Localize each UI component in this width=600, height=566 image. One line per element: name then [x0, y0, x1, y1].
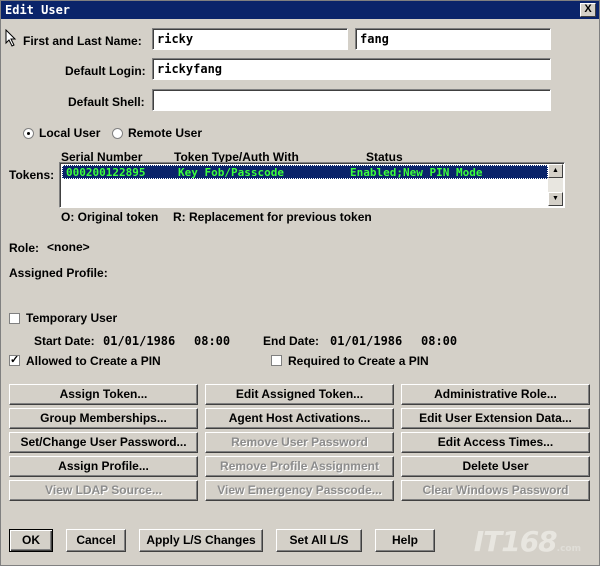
remote-user-radio[interactable] — [112, 128, 123, 139]
start-time-value: 08:00 — [194, 334, 231, 348]
tokens-label: Tokens: — [9, 168, 55, 182]
mouse-cursor-icon — [5, 29, 17, 47]
last-name-field[interactable]: fang — [355, 28, 551, 50]
local-user-radio[interactable] — [23, 128, 34, 139]
end-time-value: 08:00 — [421, 334, 458, 348]
assign-token-button[interactable]: Assign Token... — [9, 384, 198, 405]
required-pin-checkbox[interactable] — [271, 355, 282, 366]
token-serial: 000200122895 — [66, 166, 146, 179]
scroll-down-icon[interactable]: ▼ — [548, 192, 563, 206]
clear-windows-password-button[interactable]: Clear Windows Password — [401, 480, 590, 501]
set-change-password-button[interactable]: Set/Change User Password... — [9, 432, 198, 453]
view-emergency-button[interactable]: View Emergency Passcode... — [205, 480, 394, 501]
end-date-label: End Date: — [263, 334, 320, 348]
allowed-pin-label: Allowed to Create a PIN — [26, 354, 161, 368]
first-name-field[interactable]: ricky — [152, 28, 348, 50]
close-button[interactable]: X — [580, 3, 596, 17]
watermark-text: IT168 — [473, 525, 558, 558]
window-title: Edit User — [5, 3, 71, 17]
group-memberships-button[interactable]: Group Memberships... — [9, 408, 198, 429]
remote-user-label: Remote User — [128, 126, 203, 140]
temporary-user-checkbox[interactable] — [9, 313, 20, 324]
agent-host-activations-button[interactable]: Agent Host Activations... — [205, 408, 394, 429]
edit-user-extension-button[interactable]: Edit User Extension Data... — [401, 408, 590, 429]
remove-password-button[interactable]: Remove User Password — [205, 432, 394, 453]
assigned-profile-label: Assigned Profile: — [9, 266, 108, 280]
ok-button[interactable]: OK — [9, 529, 53, 552]
watermark-sub: .com — [556, 544, 581, 554]
legend-original: O: Original token — [61, 210, 159, 224]
required-pin-label: Required to Create a PIN — [288, 354, 429, 368]
start-date-value: 01/01/1986 — [103, 334, 176, 348]
scroll-up-icon[interactable]: ▲ — [548, 164, 563, 178]
administrative-role-button[interactable]: Administrative Role... — [401, 384, 590, 405]
name-label: First and Last Name: — [23, 34, 142, 48]
shell-label: Default Shell: — [68, 95, 145, 109]
help-button[interactable]: Help — [375, 529, 435, 552]
check-icon: ✓ — [10, 354, 20, 366]
default-shell-field[interactable] — [152, 89, 551, 111]
remove-profile-button[interactable]: Remove Profile Assignment — [205, 456, 394, 477]
token-type: Key Fob/Passcode — [178, 166, 284, 179]
edit-user-dialog: Edit User X First and Last Name: ricky f… — [0, 0, 600, 566]
tokens-scrollbar[interactable]: ▲ ▼ — [548, 164, 563, 206]
local-user-label: Local User — [39, 126, 101, 140]
tokens-list[interactable]: 000200122895 Key Fob/Passcode Enabled;Ne… — [59, 162, 565, 208]
apply-ls-changes-button[interactable]: Apply L/S Changes — [139, 529, 263, 552]
token-status: Enabled;New PIN Mode — [350, 166, 483, 179]
edit-access-times-button[interactable]: Edit Access Times... — [401, 432, 590, 453]
delete-user-button[interactable]: Delete User — [401, 456, 590, 477]
end-date-value: 01/01/1986 — [330, 334, 403, 348]
default-login-field[interactable]: rickyfang — [152, 58, 551, 80]
allowed-pin-checkbox[interactable]: ✓ — [9, 355, 20, 366]
token-row[interactable]: 000200122895 Key Fob/Passcode Enabled;Ne… — [62, 165, 548, 179]
close-icon: X — [584, 3, 592, 15]
cancel-button[interactable]: Cancel — [66, 529, 126, 552]
edit-assigned-token-button[interactable]: Edit Assigned Token... — [205, 384, 394, 405]
temporary-user-label: Temporary User — [26, 311, 118, 325]
role-value: <none> — [47, 240, 90, 254]
login-label: Default Login: — [65, 64, 146, 78]
start-date-label: Start Date: — [34, 334, 95, 348]
set-all-ls-button[interactable]: Set All L/S — [276, 529, 362, 552]
watermark-logo: IT168.com — [474, 525, 581, 558]
legend-replacement: R: Replacement for previous token — [173, 210, 372, 224]
assign-profile-button[interactable]: Assign Profile... — [9, 456, 198, 477]
role-label: Role: — [9, 241, 39, 255]
view-ldap-button[interactable]: View LDAP Source... — [9, 480, 198, 501]
title-bar: Edit User X — [1, 1, 599, 19]
